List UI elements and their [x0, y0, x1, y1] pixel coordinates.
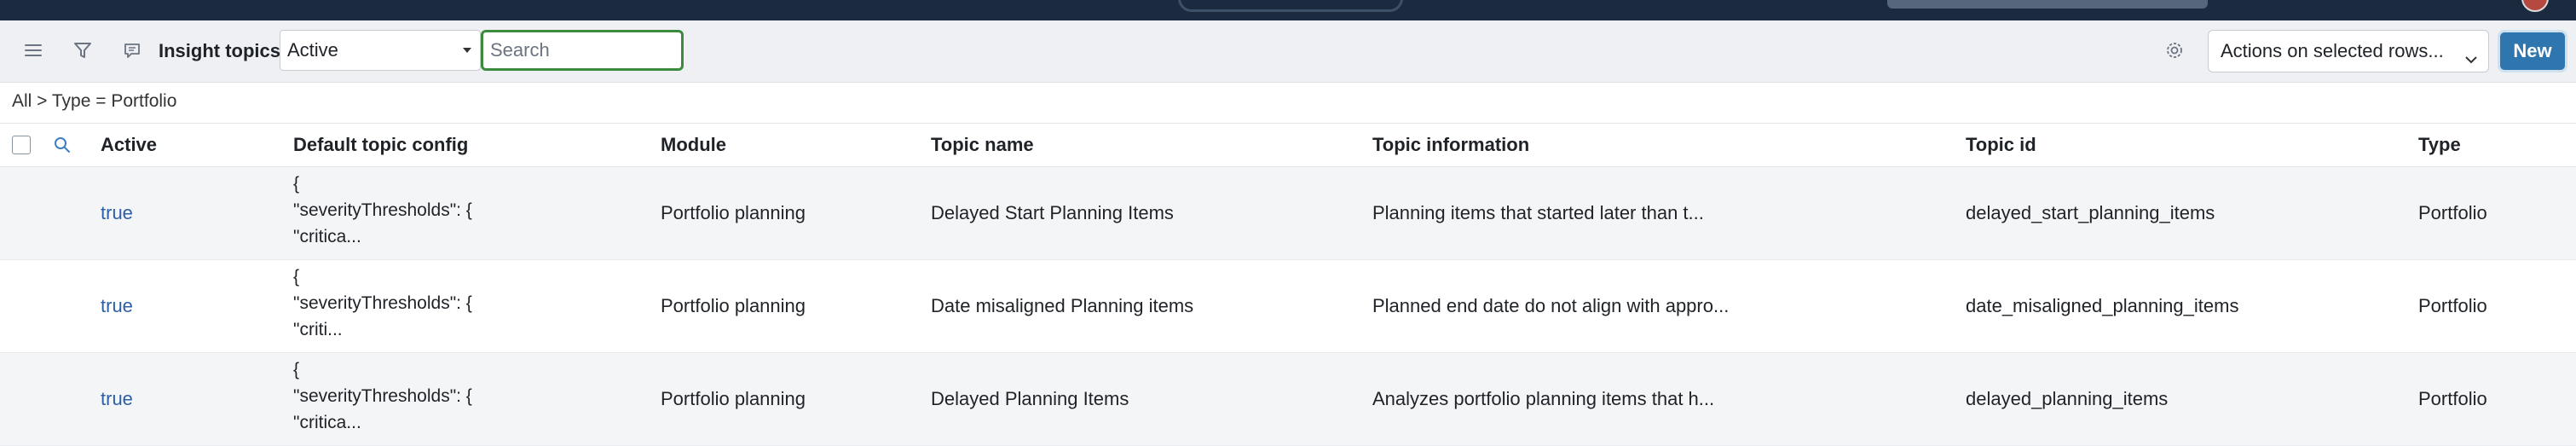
active-link[interactable]: true — [101, 260, 133, 352]
chat-bubble-icon[interactable] — [118, 36, 147, 65]
select-all-checkbox[interactable] — [12, 136, 31, 154]
config-cell: {"severityThresholds": {"critica... — [293, 174, 472, 246]
gear-icon[interactable] — [2160, 36, 2189, 65]
new-button[interactable]: New — [2498, 30, 2567, 72]
topic-info-cell: Planning items that started later than t… — [1372, 202, 1704, 223]
records-table: Active Default topic config Module Topic… — [0, 123, 2576, 446]
actions-select-value: Actions on selected rows... — [2221, 40, 2444, 61]
column-header-topic-id[interactable]: Topic id — [1966, 124, 2036, 166]
table-row[interactable]: true {"severityThresholds": {"critica...… — [0, 167, 2576, 260]
actions-select[interactable]: Actions on selected rows... — [2208, 30, 2489, 72]
type-cell: Portfolio — [2418, 202, 2487, 223]
search-icon[interactable] — [53, 136, 72, 159]
column-header-default-topic-config[interactable]: Default topic config — [293, 124, 468, 166]
topic-id-cell: delayed_start_planning_items — [1966, 202, 2215, 223]
search-input[interactable] — [481, 30, 684, 71]
breadcrumb[interactable]: All > Type = Portfolio — [12, 90, 176, 113]
list-toolbar: Insight topics Active Actions on selecte… — [0, 20, 2576, 83]
column-header-type[interactable]: Type — [2418, 124, 2461, 166]
table-row[interactable]: true {"severityThresholds": {"criti... P… — [0, 260, 2576, 353]
header-center-control[interactable] — [1178, 0, 1403, 12]
type-cell: Portfolio — [2418, 295, 2487, 316]
hamburger-icon[interactable] — [19, 36, 48, 65]
chevron-down-icon — [2463, 42, 2480, 83]
table-header-row: Active Default topic config Module Topic… — [0, 123, 2576, 167]
caret-down-icon — [463, 48, 471, 53]
column-header-active[interactable]: Active — [101, 124, 157, 166]
module-cell: Portfolio planning — [661, 202, 806, 223]
user-avatar[interactable] — [2521, 0, 2549, 12]
column-header-module[interactable]: Module — [661, 124, 726, 166]
topic-name-cell: Delayed Start Planning Items — [931, 202, 1174, 223]
module-cell: Portfolio planning — [661, 295, 806, 316]
funnel-icon[interactable] — [68, 36, 97, 65]
table-row[interactable]: true {"severityThresholds": {"critica...… — [0, 353, 2576, 446]
column-header-topic-information[interactable]: Topic information — [1372, 124, 1529, 166]
topic-info-cell: Planned end date do not align with appro… — [1372, 295, 1730, 316]
topic-name-cell: Date misaligned Planning items — [931, 295, 1194, 316]
topic-id-cell: date_misaligned_planning_items — [1966, 295, 2239, 316]
filter-select[interactable]: Active — [280, 30, 481, 71]
list-title: Insight topics — [159, 40, 280, 61]
column-header-topic-name[interactable]: Topic name — [931, 124, 1034, 166]
config-cell: {"severityThresholds": {"critica... — [293, 360, 472, 432]
global-search-field[interactable] — [1887, 0, 2208, 9]
filter-select-value: Active — [287, 39, 338, 61]
active-link[interactable]: true — [101, 167, 133, 259]
app-header-bar — [0, 0, 2576, 20]
config-cell: {"severityThresholds": {"criti... — [293, 267, 472, 339]
